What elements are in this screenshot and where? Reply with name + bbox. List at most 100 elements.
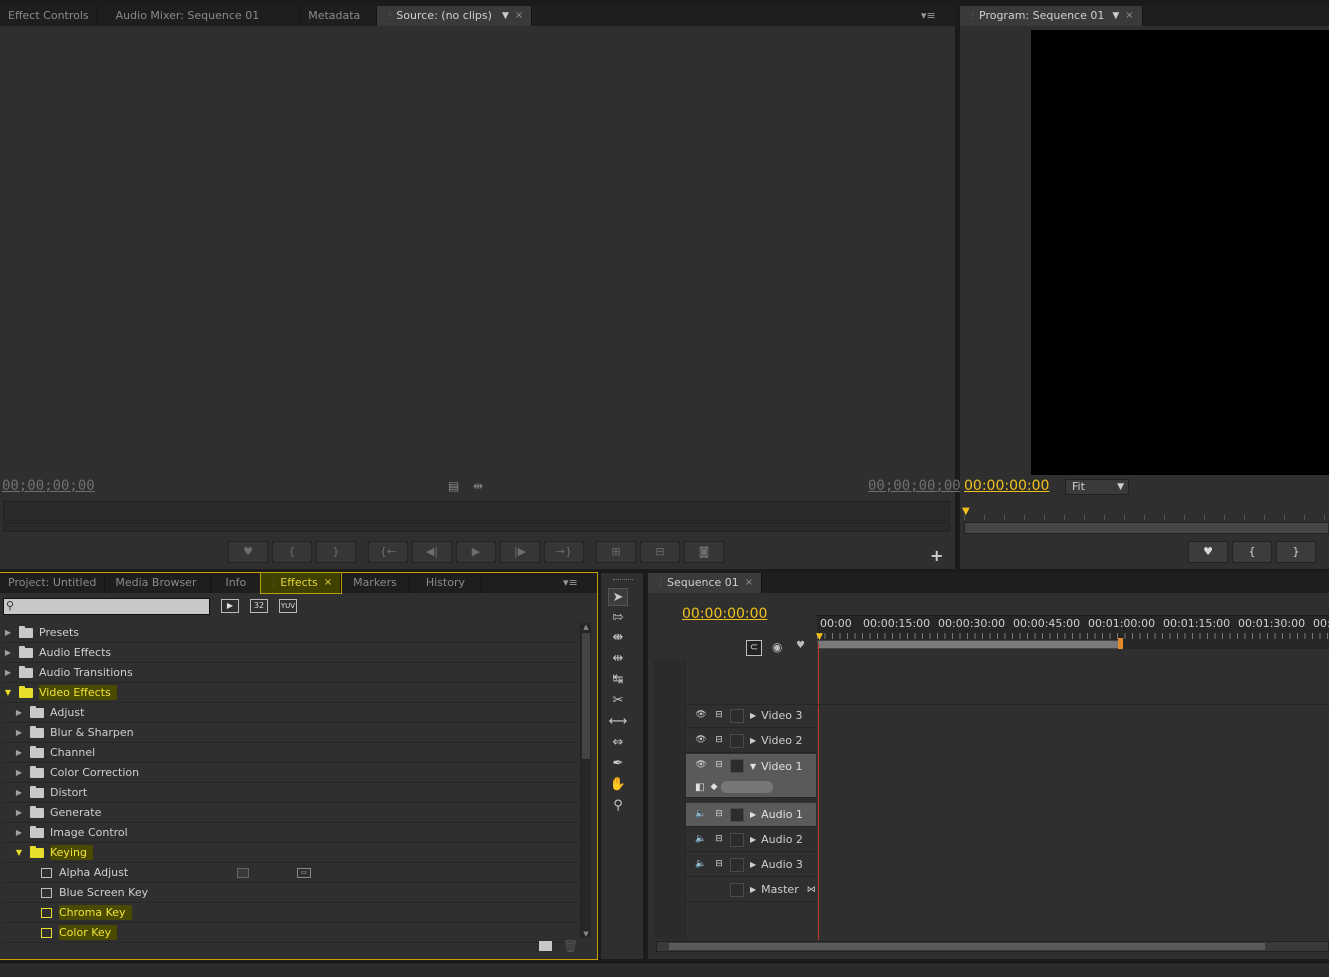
effects-search-input[interactable]: ⚲ — [3, 598, 210, 615]
track-header-audio-3[interactable]: 🔈 ⊟ ▶ Audio 3 — [686, 853, 816, 877]
tab-metadata[interactable]: Metadata — [300, 6, 378, 26]
tab-sequence[interactable]: ⋮ Sequence 01 × — [648, 573, 763, 593]
tree-folder-row[interactable]: ▶ Presets — [3, 623, 577, 643]
panel-menu-icon[interactable]: ▾≡ — [563, 576, 578, 589]
tree-effect-row[interactable]: Alpha Adjust ▭ — [3, 863, 577, 883]
close-icon[interactable]: × — [515, 6, 523, 26]
program-scrollbar[interactable] — [964, 522, 1329, 534]
track-lock-toggle[interactable] — [730, 759, 744, 773]
program-add-marker-button[interactable]: ♥ — [1188, 541, 1228, 563]
chevron-right-icon[interactable]: ▶ — [14, 748, 24, 757]
play-button[interactable]: ▶ — [456, 541, 496, 563]
source-scrollbar[interactable] — [3, 522, 950, 532]
source-timecode-right[interactable]: 00;00;00;00 — [868, 478, 961, 494]
track-lock-toggle[interactable] — [730, 882, 744, 897]
chevron-right-icon[interactable]: ▶ — [14, 788, 24, 797]
source-timecode-left[interactable]: 00;00;00;00 — [2, 478, 95, 494]
tree-effect-row[interactable]: Chroma Key — [3, 903, 577, 923]
program-playhead-icon[interactable]: ▼ — [962, 506, 970, 517]
chevron-right-icon[interactable]: ▶ — [14, 828, 24, 837]
close-icon[interactable]: × — [324, 573, 332, 593]
go-to-in-button[interactable]: {← — [368, 541, 408, 563]
sync-lock-icon[interactable]: ⊟ — [712, 759, 726, 773]
eye-icon[interactable]: 👁 — [694, 709, 708, 723]
expand-track-icon[interactable]: ▶ — [750, 711, 756, 720]
tab-effect-controls[interactable]: Effect Controls — [0, 6, 98, 26]
export-frame-button[interactable]: ◙ — [684, 541, 724, 563]
tree-folder-row[interactable]: ▼ Keying — [3, 843, 577, 863]
overwrite-button[interactable]: ⊟ — [640, 541, 680, 563]
add-marker-icon[interactable]: ♥ — [796, 640, 805, 651]
mark-out-button[interactable]: } — [316, 541, 356, 563]
tree-folder-row[interactable]: ▶ Generate — [3, 803, 577, 823]
eye-icon[interactable]: 👁 — [694, 759, 708, 773]
step-back-button[interactable]: ◀| — [412, 541, 452, 563]
chevron-down-icon[interactable]: ▼ — [502, 6, 509, 26]
keyframe-icon[interactable]: ◆ — [710, 782, 717, 792]
tab-audio-mixer[interactable]: Audio Mixer: Sequence 01 — [98, 6, 301, 26]
add-marker-button[interactable]: ♥ — [228, 541, 268, 563]
program-mark-out-button[interactable]: } — [1276, 541, 1316, 563]
ripple-edit-tool-icon[interactable]: ⇼ — [608, 629, 628, 647]
tree-folder-row[interactable]: ▶ Channel — [3, 743, 577, 763]
tab-markers[interactable]: Markers — [341, 573, 410, 593]
track-header-audio-1[interactable]: 🔈 ⊟ ▶ Audio 1 — [686, 803, 816, 827]
speaker-icon[interactable]: 🔈 — [694, 808, 708, 822]
track-select-tool-icon[interactable]: ⇰ — [608, 609, 628, 627]
sync-lock-icon[interactable]: ⊟ — [712, 858, 726, 872]
close-icon[interactable]: × — [745, 573, 753, 593]
timeline-playhead-icon[interactable]: ▼ — [816, 632, 823, 642]
scroll-down-icon[interactable]: ▼ — [581, 930, 591, 938]
zoom-select[interactable]: Fit ▼ — [1065, 479, 1129, 495]
razor-tool-icon[interactable]: ✂ — [608, 692, 628, 710]
slip-tool-icon[interactable]: ⟷ — [608, 713, 628, 731]
chevron-down-icon[interactable]: ▼ — [1112, 6, 1119, 26]
expand-track-icon[interactable]: ▶ — [750, 736, 756, 745]
display-style-icon[interactable]: ◧ — [695, 782, 704, 793]
program-mark-in-button[interactable]: { — [1232, 541, 1272, 563]
tree-folder-row[interactable]: ▼ Video Effects — [3, 683, 577, 703]
chevron-right-icon[interactable]: ▶ — [14, 728, 24, 737]
sync-lock-icon[interactable]: ⊟ — [712, 808, 726, 822]
trash-icon[interactable]: 🗑 — [563, 939, 578, 953]
keyframe-marker-icon[interactable]: ◉ — [772, 640, 782, 654]
scroll-up-icon[interactable]: ▲ — [581, 623, 591, 631]
source-time-ruler[interactable] — [3, 501, 950, 521]
timeline-timecode[interactable]: 00:00:00:00 — [682, 606, 767, 622]
track-lock-toggle[interactable] — [730, 857, 744, 872]
speaker-icon[interactable]: 🔈 — [694, 833, 708, 847]
chevron-right-icon[interactable]: ▶ — [14, 708, 24, 717]
tree-scrollbar[interactable]: ▲ ▼ — [580, 623, 591, 938]
expand-track-icon[interactable]: ▶ — [750, 860, 756, 869]
chevron-down-icon[interactable]: ▼ — [14, 848, 24, 857]
rate-stretch-tool-icon[interactable]: ↹ — [608, 671, 628, 689]
tree-effect-row[interactable]: Blue Screen Key — [3, 883, 577, 903]
effects-search-field[interactable] — [18, 599, 208, 614]
tree-folder-row[interactable]: ▶ Audio Effects — [3, 643, 577, 663]
button-editor-plus-icon[interactable]: + — [930, 546, 943, 565]
track-header-video-2[interactable]: 👁 ⊟ ▶ Video 2 — [686, 729, 816, 753]
slide-tool-icon[interactable]: ⇔ — [608, 734, 628, 752]
tab-media-browser[interactable]: Media Browser — [105, 573, 212, 593]
collapse-track-icon[interactable]: ▼ — [750, 762, 756, 771]
accelerated-effects-icon[interactable]: ▶ — [221, 599, 239, 613]
rolling-edit-tool-icon[interactable]: ⇹ — [608, 650, 628, 668]
tab-history[interactable]: History — [410, 573, 482, 593]
chevron-right-icon[interactable]: ▶ — [3, 628, 13, 637]
expand-track-icon[interactable]: ▶ — [750, 810, 756, 819]
chevron-right-icon[interactable]: ▶ — [14, 808, 24, 817]
yuv-effects-badge[interactable]: YUV — [279, 599, 297, 613]
insert-clip-icon[interactable]: ▤ — [448, 479, 459, 493]
close-icon[interactable]: × — [1125, 6, 1133, 26]
track-lock-toggle[interactable] — [730, 807, 744, 822]
work-area-bar[interactable] — [817, 640, 1122, 649]
step-forward-button[interactable]: |▶ — [500, 541, 540, 563]
program-time-ruler[interactable] — [964, 504, 1329, 520]
scrollbar-thumb[interactable] — [669, 943, 1265, 950]
track-header-video-1[interactable]: 👁 ⊟ ▼ Video 1 ◧ ◆ — [686, 754, 816, 798]
tab-program[interactable]: ⋮ Program: Sequence 01 ▼ × — [960, 6, 1143, 26]
timeline-bottom-scrollbar[interactable] — [656, 941, 1329, 952]
panel-menu-icon[interactable]: ▾≡ — [921, 9, 936, 22]
trim-icon[interactable]: ⇹ — [473, 479, 483, 493]
tree-folder-row[interactable]: ▶ Color Correction — [3, 763, 577, 783]
